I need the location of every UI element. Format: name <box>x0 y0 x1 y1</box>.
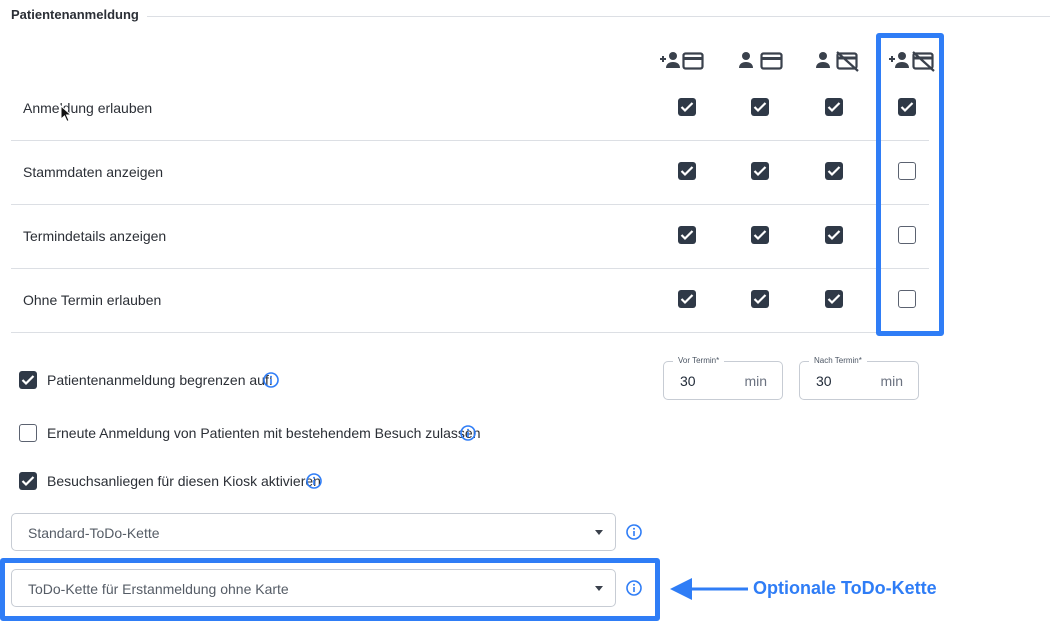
permission-checkbox[interactable] <box>678 226 696 244</box>
section-divider <box>147 16 1050 17</box>
permission-checkbox[interactable] <box>751 98 769 116</box>
highlight-select-frame <box>0 558 660 621</box>
permission-checkbox[interactable] <box>678 290 696 308</box>
info-icon[interactable] <box>306 473 322 489</box>
dropdown-caret-icon <box>595 530 603 535</box>
limit-registration-checkbox[interactable] <box>19 371 37 389</box>
row-divider <box>11 268 929 269</box>
permission-checkbox[interactable] <box>751 290 769 308</box>
person-add-card-icon <box>659 50 705 72</box>
limit-registration-label: Patientenanmeldung begrenzen auf: <box>47 372 273 388</box>
standard-todo-chain-select[interactable]: Standard-ToDo-Kette <box>11 513 616 551</box>
after-appointment-field[interactable]: Nach Termin* 30 min <box>799 356 919 400</box>
permission-checkbox[interactable] <box>678 162 696 180</box>
row-label-anmeldung: Anmeldung erlauben <box>23 100 153 116</box>
section-title: Patientenanmeldung <box>11 7 139 22</box>
permission-checkbox[interactable] <box>825 226 843 244</box>
highlight-column-frame <box>876 33 944 336</box>
row-label-stammdaten: Stammdaten anzeigen <box>23 164 164 180</box>
row-label-ohne-termin: Ohne Termin erlauben <box>23 292 162 308</box>
row-divider <box>11 204 929 205</box>
person-card-icon <box>738 50 784 72</box>
permission-checkbox[interactable] <box>825 290 843 308</box>
before-appointment-legend: Vor Termin* <box>673 356 725 365</box>
visit-reasons-checkbox[interactable] <box>19 472 37 490</box>
row-divider <box>11 332 929 333</box>
info-icon[interactable] <box>460 425 476 441</box>
permission-checkbox[interactable] <box>751 226 769 244</box>
permission-checkbox[interactable] <box>751 162 769 180</box>
before-appointment-field[interactable]: Vor Termin* 30 min <box>663 356 783 400</box>
info-icon[interactable] <box>626 524 642 540</box>
permission-checkbox[interactable] <box>825 162 843 180</box>
annotation-label: Optionale ToDo-Kette <box>753 578 937 598</box>
before-appointment-value[interactable]: 30 <box>680 373 696 389</box>
after-appointment-legend: Nach Termin* <box>809 356 867 365</box>
permission-checkbox[interactable] <box>678 98 696 116</box>
annotation-arrow-icon <box>670 578 748 600</box>
before-appointment-unit: min <box>744 373 767 389</box>
person-no-card-icon <box>815 50 861 72</box>
standard-todo-chain-placeholder: Standard-ToDo-Kette <box>28 525 160 541</box>
permission-checkbox[interactable] <box>825 98 843 116</box>
after-appointment-value[interactable]: 30 <box>816 373 832 389</box>
row-label-termindetails: Termindetails anzeigen <box>23 228 167 244</box>
reregister-label: Erneute Anmeldung von Patienten mit best… <box>47 425 481 441</box>
visit-reasons-label: Besuchsanliegen für diesen Kiosk aktivie… <box>47 473 321 489</box>
row-divider <box>11 140 929 141</box>
after-appointment-unit: min <box>880 373 903 389</box>
info-icon[interactable] <box>263 372 279 388</box>
mouse-cursor-icon <box>60 105 72 123</box>
reregister-checkbox[interactable] <box>19 424 37 442</box>
